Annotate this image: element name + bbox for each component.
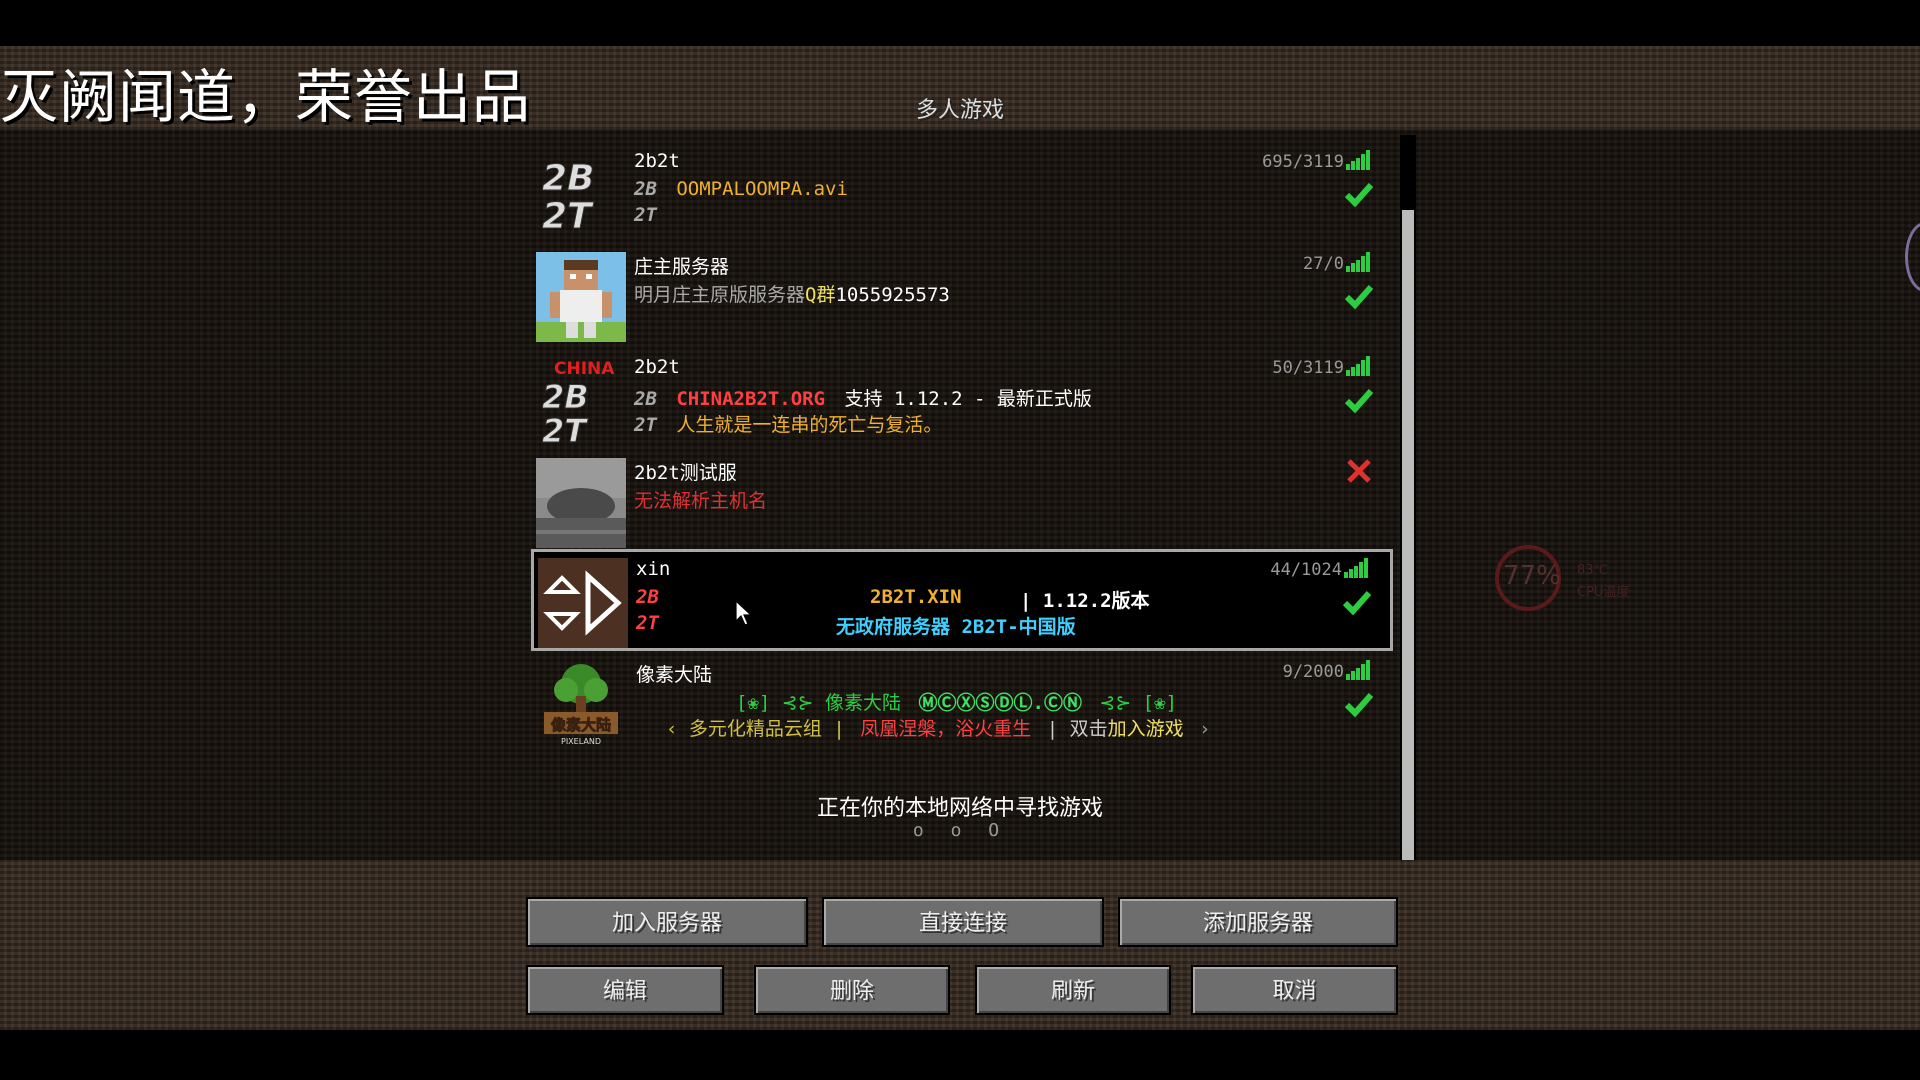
player-count: 27/0 bbox=[1303, 254, 1344, 274]
server-name: 2b2t bbox=[634, 150, 680, 172]
checkmark-icon bbox=[1344, 285, 1374, 310]
server-motd-line2: 2T 人生就是一连串的死亡与复活。 bbox=[634, 414, 943, 436]
signal-bars-icon bbox=[1346, 150, 1370, 170]
server-motd-line1: [❀] ⊰⊱ 像素大陆 ⓂⒸⓍⓈⒹⓁ.ⒸⓃ ⊰⊱ [❀] bbox=[736, 692, 1178, 714]
screen-title: 多人游戏 bbox=[915, 98, 1004, 123]
bottom-letterbox bbox=[0, 1030, 1920, 1080]
svg-text:2T: 2T bbox=[542, 412, 588, 446]
checkmark-icon bbox=[1344, 183, 1374, 208]
svg-text:2B: 2B bbox=[542, 158, 595, 199]
icon-label: CHINA bbox=[554, 359, 615, 379]
player-count: 50/3119 bbox=[1272, 358, 1344, 378]
server-name: xin bbox=[636, 558, 671, 580]
server-motd-line2: 2T bbox=[634, 204, 657, 226]
cancel-button[interactable]: 取消 bbox=[1191, 965, 1398, 1015]
checkmark-icon bbox=[1344, 693, 1374, 718]
lan-scan-text: 正在你的本地网络中寻找游戏 bbox=[816, 796, 1103, 821]
delete-button[interactable]: 删除 bbox=[754, 965, 950, 1015]
server-icon-skin bbox=[536, 252, 626, 342]
checkmark-icon bbox=[1342, 591, 1372, 616]
signal-bars-icon bbox=[1346, 660, 1370, 680]
player-count: 44/1024 bbox=[1270, 560, 1342, 580]
server-entry-2b2t-test[interactable]: 2b2t测试服 无法解析主机名 bbox=[532, 452, 1392, 548]
server-error-message: 无法解析主机名 bbox=[634, 490, 768, 512]
checkmark-icon bbox=[1344, 389, 1374, 414]
signal-bars-icon bbox=[1344, 558, 1368, 578]
server-entry-china2b2t[interactable]: CHINA 2B 2T 2b2t 2B CHINA2B2T.ORG 支持 1.1… bbox=[532, 350, 1392, 451]
icon-label: 像素大陆 bbox=[551, 716, 611, 734]
lan-scan-dots: o o O bbox=[912, 820, 1008, 841]
server-motd-line1: 明月庄主原版服务器Q群1055925573 bbox=[634, 284, 950, 306]
icon-sublabel: PIXELAND bbox=[561, 737, 601, 746]
server-icon-2b2t: 2B 2T bbox=[536, 150, 626, 240]
server-entry-2b2t[interactable]: 2B 2T 2b2t 2B OOMPALOOMPA.avi 2T 695/311… bbox=[532, 144, 1392, 240]
svg-text:2B: 2B bbox=[542, 378, 589, 416]
svg-text:2T: 2T bbox=[542, 196, 594, 237]
player-count: 9/2000 bbox=[1282, 662, 1344, 682]
refresh-button[interactable]: 刷新 bbox=[975, 965, 1171, 1015]
server-entry-zhuangzhu[interactable]: 庄主服务器 明月庄主原版服务器Q群1055925573 27/0 bbox=[532, 246, 1392, 342]
join-server-button[interactable]: 加入服务器 bbox=[526, 897, 808, 947]
server-motd-line2: ‹ 多元化精品云组 | 凤凰涅槃，浴火重生 | 双击加入游戏 › bbox=[666, 718, 1211, 740]
add-server-button[interactable]: 添加服务器 bbox=[1118, 897, 1398, 947]
cpu-percent: 77% bbox=[1503, 561, 1561, 591]
server-name: 2b2t bbox=[634, 356, 680, 378]
server-icon-default bbox=[536, 458, 626, 548]
edit-button[interactable]: 编辑 bbox=[526, 965, 724, 1015]
cpu-overlay: 77% 83℃ CPU温度 bbox=[1495, 545, 1629, 617]
error-x-icon bbox=[1347, 459, 1371, 483]
server-motd-line1: 2B CHINA2B2T.ORG 支持 1.12.2 - 最新正式版 bbox=[634, 388, 1092, 410]
cpu-temp: 83℃ bbox=[1577, 563, 1609, 578]
player-count: 695/3119 bbox=[1262, 152, 1344, 172]
server-icon-china2b2t: CHINA 2B 2T bbox=[536, 356, 626, 451]
signal-bars-icon bbox=[1346, 356, 1370, 376]
scrollbar-thumb[interactable] bbox=[1402, 210, 1414, 860]
server-motd-line1: 2B OOMPALOOMPA.avi bbox=[634, 178, 848, 200]
signal-bars-icon bbox=[1346, 252, 1370, 272]
server-entry-xin[interactable]: xin 2B 2B2T.XIN | 1.12.2版本 2T 无政府服务器 2B2… bbox=[531, 549, 1393, 651]
server-name: 2b2t测试服 bbox=[634, 462, 737, 484]
server-entry-pixeland[interactable]: 像素大陆 PIXELAND 像素大陆 [❀] ⊰⊱ 像素大陆 ⓂⒸⓍⓈⒹⓁ.ⒸⓃ… bbox=[532, 654, 1392, 750]
server-name: 庄主服务器 bbox=[634, 256, 730, 278]
cpu-label: CPU温度 bbox=[1577, 585, 1630, 600]
top-letterbox bbox=[0, 0, 1920, 46]
server-icon-xin bbox=[538, 558, 628, 648]
direct-connect-button[interactable]: 直接连接 bbox=[822, 897, 1104, 947]
server-name: 像素大陆 bbox=[636, 664, 713, 686]
mouse-cursor-icon bbox=[735, 600, 753, 626]
server-icon-pixeland: 像素大陆 PIXELAND bbox=[536, 660, 626, 750]
